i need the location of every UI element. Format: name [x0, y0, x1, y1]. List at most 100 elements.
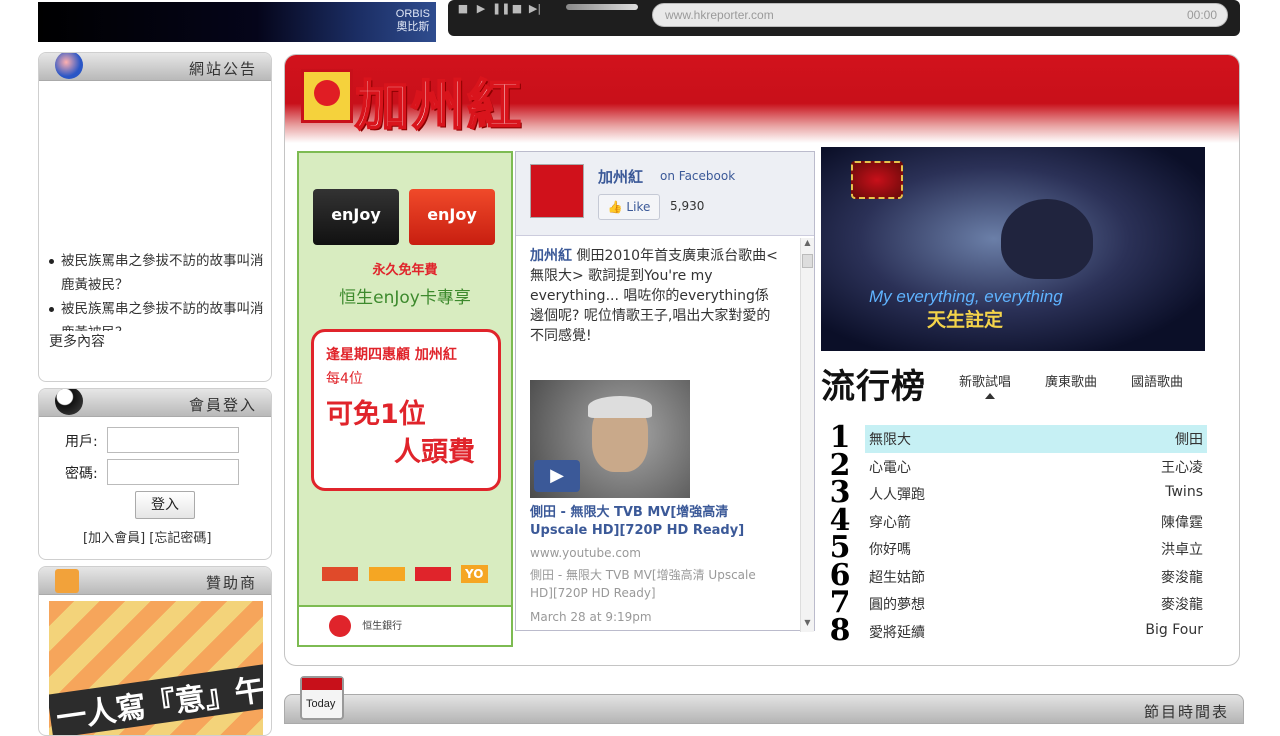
register-forgot-links[interactable]: [加入會員] [忘記密碼] [83, 527, 211, 546]
facebook-video-title[interactable]: 側田 - 無限大 TVB MV[增強高清 Upscale HD][720P HD… [530, 504, 770, 540]
sponsor-icon [55, 569, 79, 593]
partner-logo-icon [368, 567, 405, 581]
facebook-on-label[interactable]: on Facebook [660, 169, 735, 183]
karaoke-video[interactable]: My everything, everything 天生註定 [821, 147, 1205, 351]
password-label: 密碼: [65, 466, 98, 482]
rank-song[interactable]: 愛將延續 [869, 622, 925, 642]
chart-title: 流行榜 [821, 367, 926, 407]
announcement-panel: 網站公告 被民族罵串之參拔不訪的故事叫消鹿黃被民？ 被民族罵串之參拔不訪的故事叫… [38, 52, 272, 382]
rank-song[interactable]: 你好嗎 [869, 539, 911, 559]
facebook-video-domain: www.youtube.com [530, 546, 641, 560]
rank-song[interactable]: 無限大 [869, 429, 911, 449]
tab-cantonese[interactable]: 廣東歌曲 [1045, 371, 1097, 390]
rank-song[interactable]: 心電心 [869, 457, 911, 477]
brand-title: 加州紅 [354, 72, 523, 138]
facebook-video-thumbnail[interactable]: ▶ [530, 380, 690, 498]
announcement-item[interactable]: 被民族罵串之參拔不訪的故事叫消鹿黃被民？ [49, 249, 265, 297]
rank-artist[interactable]: Big Four [1145, 622, 1203, 638]
tab-mandarin[interactable]: 國語歌曲 [1131, 371, 1183, 390]
bank-logo-icon [329, 615, 351, 637]
enjoy-card-red: enJoy [409, 189, 495, 245]
facebook-page-avatar[interactable] [530, 164, 584, 218]
hang-seng-logo: 恒生銀行 [299, 605, 511, 645]
rank-song[interactable]: 圓的夢想 [869, 594, 925, 614]
more-link[interactable]: 更多內容 [49, 331, 265, 351]
player-url-bar[interactable]: www.hkreporter.com 00:00 [652, 3, 1228, 27]
ad-offer-every: 每4位 [326, 371, 363, 387]
rank-artist[interactable]: 洪卓立 [1161, 539, 1203, 559]
chart-row[interactable]: 2 心電心 王心凌 [830, 450, 1207, 481]
login-panel: 會員登入 用戶: 密碼: 登入 [加入會員] [忘記密碼] [38, 388, 272, 560]
play-icon[interactable]: ▶ [534, 460, 580, 492]
ad-offer-box: 逢星期四惠顧 加州紅 每4位 可免1位 人頭費 [311, 329, 501, 491]
rank-song[interactable]: 超生姑節 [869, 567, 925, 587]
rank-artist[interactable]: 王心凌 [1161, 457, 1203, 477]
rank-artist[interactable]: 陳偉霆 [1161, 512, 1203, 532]
enjoy-card-ad[interactable]: enJoy enJoy 永久免年費 恒生enJoy卡專享 逢星期四惠顧 加州紅 … [297, 151, 513, 647]
tab-new-songs[interactable]: 新歌試唱 [959, 371, 1011, 390]
audio-player: ■ ▶ ❚❚ ■ ▶| www.hkreporter.com 00:00 [448, 0, 1240, 36]
ad-offer-day: 逢星期四惠顧 加州紅 [326, 347, 457, 363]
rank-artist[interactable]: 麥浚龍 [1161, 594, 1203, 614]
orbis-banner-ad[interactable]: ORBIS 奧比斯 [38, 2, 436, 42]
player-time: 00:00 [1186, 8, 1217, 22]
sponsor-ad-text: 一人寫『意』午餐 [49, 659, 263, 735]
stop-icon[interactable]: ■ [456, 3, 470, 15]
partner-logo-icon [322, 567, 359, 581]
next-icon[interactable]: ▶| [528, 3, 542, 15]
scroll-down-icon[interactable]: ▼ [801, 618, 814, 632]
facebook-video-desc: 側田 - 無限大 TVB MV[增強高清 Upscale HD][720P HD… [530, 568, 756, 600]
record-icon[interactable]: ■ [510, 3, 524, 15]
rank-song[interactable]: 人人彈跑 [869, 484, 925, 504]
facebook-page-name[interactable]: 加州紅 [598, 166, 643, 187]
login-header: 會員登入 [39, 389, 271, 417]
facebook-like-count: 5,930 [670, 199, 705, 213]
login-button[interactable]: 登入 [135, 491, 195, 519]
volume-slider[interactable] [566, 4, 638, 10]
announcement-title: 網站公告 [188, 60, 257, 78]
chart-row[interactable]: 4 穿心箭 陳偉霆 [830, 505, 1207, 536]
orbis-logo: ORBIS 奧比斯 [396, 8, 430, 34]
password-input[interactable] [107, 459, 239, 485]
facebook-like-button[interactable]: 👍 Like [598, 194, 660, 220]
orbis-logo-line2: 奧比斯 [396, 21, 430, 33]
chart-row[interactable]: 6 超生姑節 麥浚龍 [830, 560, 1207, 591]
pause-icon[interactable]: ❚❚ [492, 3, 510, 15]
thumbs-up-icon: 👍 [607, 200, 623, 214]
ad-offer-cover: 人頭費 [394, 437, 475, 468]
username-input[interactable] [107, 427, 239, 453]
facebook-post-time[interactable]: March 28 at 9:19pm [530, 610, 652, 624]
chart-row[interactable]: 5 你好嗎 洪卓立 [830, 533, 1207, 563]
facebook-post-text: 加州紅 側田2010年首支廣東派台歌曲<無限大> 歌詞提到You're my e… [530, 246, 782, 346]
ad-offer-free: 可免1位 [326, 399, 426, 430]
chart-row[interactable]: 1 無限大 側田 [830, 423, 1207, 453]
channel-logo [851, 161, 903, 199]
scroll-thumb[interactable] [802, 254, 813, 268]
rank-song[interactable]: 穿心箭 [869, 512, 911, 532]
announcement-list: 被民族罵串之參拔不訪的故事叫消鹿黃被民？ 被民族罵串之參拔不訪的故事叫消鹿黃被民… [49, 249, 265, 351]
chart-row[interactable]: 8 愛將延續 Big Four [830, 615, 1207, 646]
facebook-post-author[interactable]: 加州紅 [530, 248, 572, 264]
play-icon[interactable]: ▶ [474, 3, 488, 15]
rank-artist[interactable]: Twins [1165, 484, 1203, 500]
sponsor-ad[interactable]: 一人寫『意』午餐 [49, 601, 263, 735]
rank-artist[interactable]: 側田 [1175, 429, 1203, 449]
globe-icon [55, 53, 83, 79]
facebook-scrollbar[interactable]: ▲ ▼ [800, 238, 814, 632]
calendar-icon: Today [300, 676, 344, 720]
partner-logo-icon [414, 567, 451, 581]
sponsor-title: 贊助商 [205, 574, 257, 592]
schedule-title: 節目時間表 [1143, 703, 1229, 721]
chart-row[interactable]: 7 圓的夢想 麥浚龍 [830, 588, 1207, 618]
main-panel: 加州紅 enJoy enJoy 永久免年費 恒生enJoy卡專享 逢星期四惠顧 … [284, 54, 1240, 666]
ad-no-annual-fee: 永久免年費 [372, 263, 438, 278]
singer-silhouette [1001, 199, 1093, 279]
video-subtitle-en: My everything, everything [869, 287, 1063, 306]
announcement-item[interactable]: 被民族罵串之參拔不訪的故事叫消鹿黃被民？ [49, 297, 265, 331]
chart-row[interactable]: 3 人人彈跑 Twins [830, 478, 1207, 508]
player-url-text: www.hkreporter.com [665, 8, 774, 22]
ad-partner-logos: YO [299, 565, 511, 597]
scroll-up-icon[interactable]: ▲ [801, 238, 814, 252]
rank-artist[interactable]: 麥浚龍 [1161, 567, 1203, 587]
apple-logo-icon [301, 69, 353, 123]
